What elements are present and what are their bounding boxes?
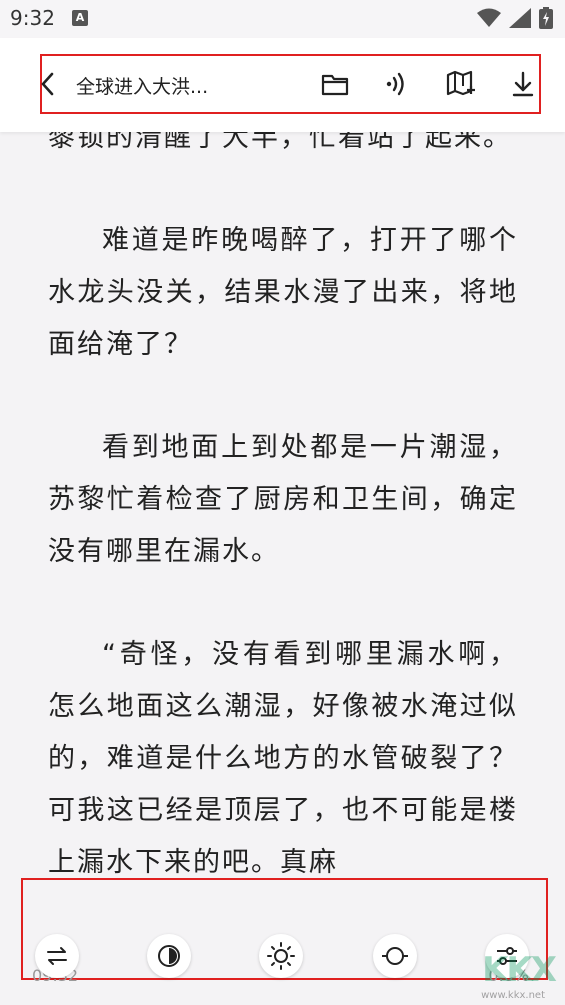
watermark-url: www.kkx.net: [481, 990, 545, 1001]
brightness-button[interactable]: [259, 934, 303, 978]
swap-button[interactable]: [35, 934, 79, 978]
book-title[interactable]: 全球进入大洪...: [76, 72, 208, 99]
swap-icon: [47, 947, 67, 965]
notification-icon: A: [72, 10, 88, 26]
status-bar: 9:32 A: [0, 0, 565, 38]
back-icon[interactable]: [36, 70, 60, 98]
folder-icon[interactable]: [319, 68, 351, 100]
paragraph: 难道是昨晚喝醉了，打开了哪个水龙头没关，结果水漫了出来，将地面给淹了？: [48, 225, 518, 360]
toggle-button[interactable]: [373, 934, 417, 978]
contrast-button[interactable]: [147, 934, 191, 978]
watermark-logo: KKX: [482, 950, 557, 990]
paragraph: “奇怪，没有看到哪里漏水啊，怎么地面这么潮湿，好像被水淹过似的，难道是什么地方的…: [48, 639, 518, 878]
battery-charging-icon: [539, 7, 553, 29]
brightness-icon: [267, 942, 295, 970]
download-icon[interactable]: [507, 68, 539, 100]
status-time: 9:32: [10, 6, 55, 30]
contrast-icon: [158, 945, 180, 967]
system-icons: [477, 7, 553, 29]
signal-icon: [509, 8, 531, 28]
listen-icon[interactable]: [380, 68, 412, 100]
chapter-text: 黎锁的清醒了大半，忙着站了起来。 难道是昨晚喝醉了，打开了哪个水龙头没关，结果水…: [48, 132, 518, 940]
reading-area[interactable]: 黎锁的清醒了大半，忙着站了起来。 难道是昨晚喝醉了，打开了哪个水龙头没关，结果水…: [0, 132, 565, 1005]
wifi-icon: [477, 8, 501, 27]
paragraph: 黎锁的清醒了大半，忙着站了起来。: [48, 132, 512, 153]
toggle-icon: [382, 947, 408, 965]
paragraph: 看到地面上到处都是一片潮湿，苏黎忙着检查了厨房和卫生间，确定没有哪里在漏水。: [48, 432, 518, 567]
add-bookmark-icon[interactable]: [444, 68, 476, 100]
